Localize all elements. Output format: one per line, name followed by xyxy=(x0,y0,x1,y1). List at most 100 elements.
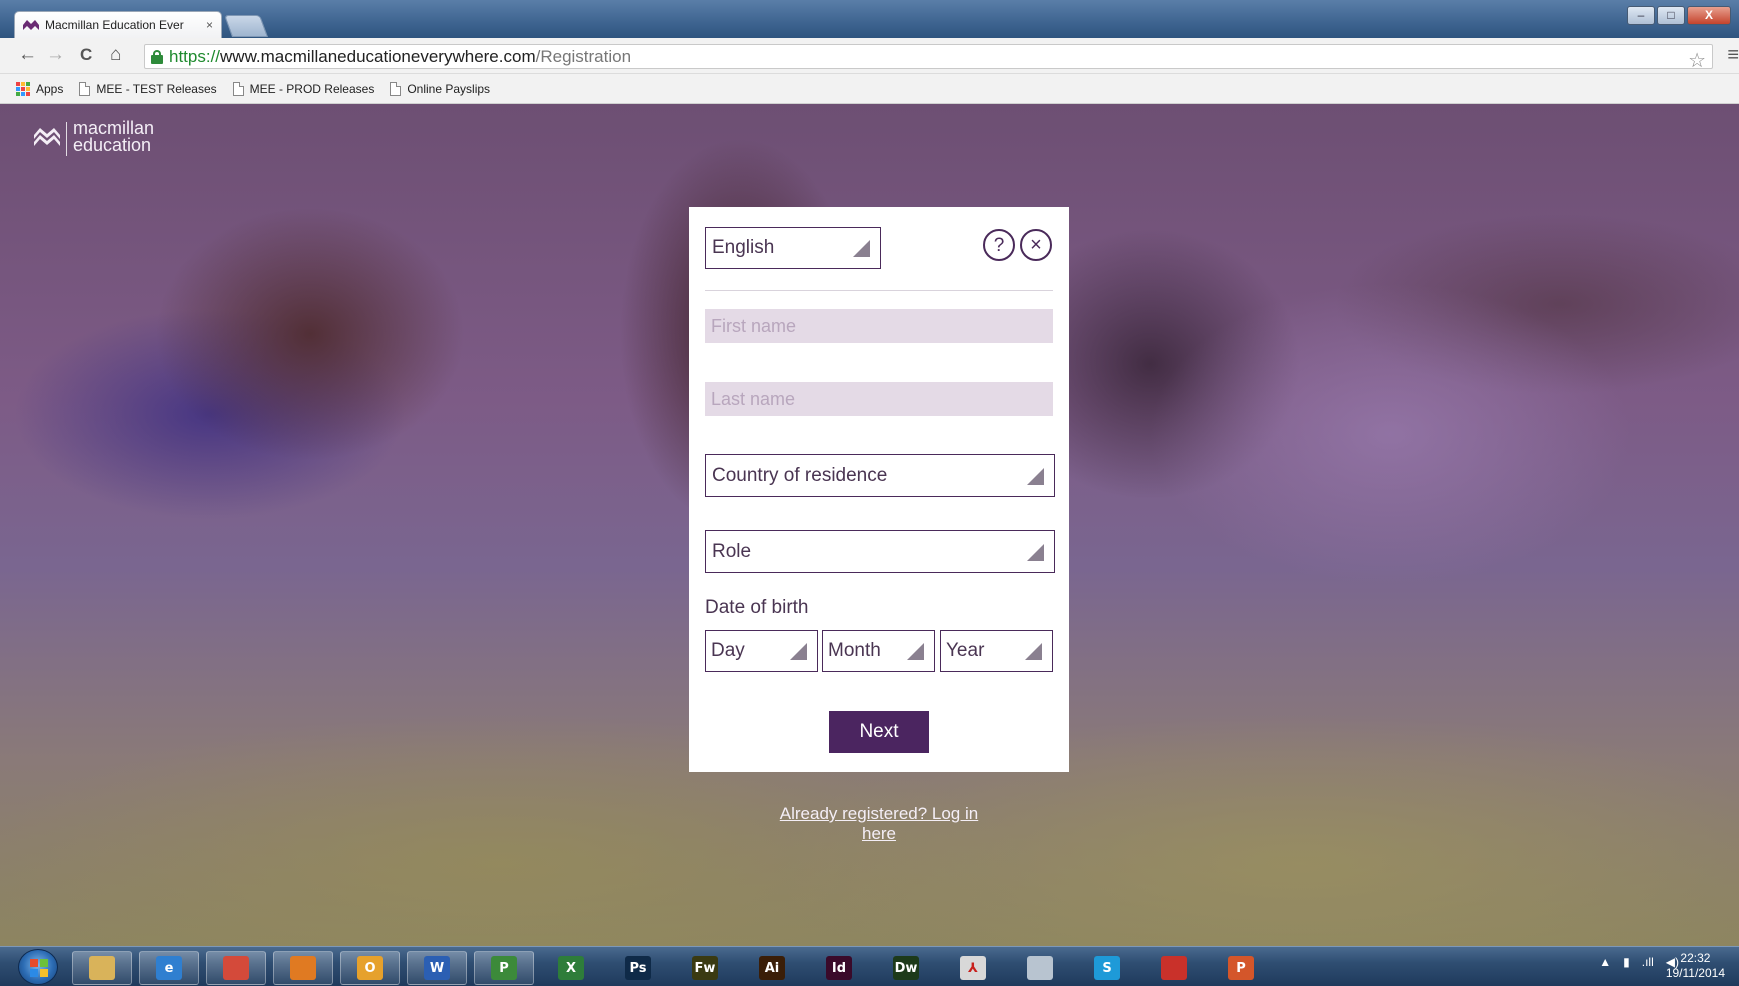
lock-icon xyxy=(151,49,163,64)
header-divider xyxy=(705,290,1053,291)
firefox-icon xyxy=(290,956,316,980)
fireworks-icon: Fw xyxy=(692,956,718,980)
macmillan-favicon-icon xyxy=(23,20,39,30)
maximize-button[interactable]: □ xyxy=(1657,6,1685,25)
taskbar-fireworks-button[interactable]: Fw xyxy=(675,951,735,985)
month-placeholder: Month xyxy=(828,640,881,661)
month-select[interactable]: Month xyxy=(822,630,935,672)
logo-line-2: education xyxy=(73,135,152,155)
close-button[interactable]: × xyxy=(1020,229,1052,261)
taskbar-explorer-button[interactable] xyxy=(72,951,132,985)
window-controls: – □ X xyxy=(1627,6,1731,25)
home-icon[interactable]: ⌂ xyxy=(110,45,121,65)
creative-cloud-icon xyxy=(1161,956,1187,980)
dropdown-arrow-icon xyxy=(1027,468,1044,485)
taskbar-chrome-button[interactable] xyxy=(206,951,266,985)
bookmark-label: Online Payslips xyxy=(407,81,491,96)
taskbar-outlook-button[interactable]: O xyxy=(340,951,400,985)
role-placeholder: Role xyxy=(712,540,752,562)
next-button[interactable]: Next xyxy=(829,711,929,753)
first-name-input[interactable]: First name xyxy=(705,309,1053,343)
page-icon xyxy=(390,81,402,96)
back-icon[interactable]: ← xyxy=(18,45,37,65)
taskbar-powerpoint-button[interactable]: P xyxy=(1211,951,1271,985)
taskbar-internet-explorer-button[interactable]: e xyxy=(139,951,199,985)
dropdown-arrow-icon xyxy=(790,643,807,660)
outlook-icon: O xyxy=(357,956,383,980)
address-bar[interactable]: https://www.macmillaneducationeverywhere… xyxy=(144,44,1713,72)
start-button[interactable] xyxy=(18,949,58,985)
dreamweaver-icon: Dw xyxy=(893,956,919,980)
taskbar-excel-button[interactable]: X xyxy=(541,951,601,985)
last-name-placeholder: Last name xyxy=(711,388,796,409)
taskbar-dreamweaver-button[interactable]: Dw xyxy=(876,951,936,985)
bookmark-apps[interactable]: Apps xyxy=(16,81,64,96)
day-select[interactable]: Day xyxy=(705,630,818,672)
role-select[interactable]: Role xyxy=(705,530,1055,573)
bookmark-label: MEE - PROD Releases xyxy=(249,81,375,96)
login-link[interactable]: Already registered? Log in here xyxy=(761,804,997,844)
signal-icon[interactable]: .ıll xyxy=(1642,955,1654,969)
url-path: /Registration xyxy=(535,46,632,66)
illustrator-icon: Ai xyxy=(759,956,785,980)
macmillan-logo-icon xyxy=(34,128,60,146)
registration-card: English ? × First name Last name Country… xyxy=(689,207,1069,772)
calculator-icon xyxy=(1027,956,1053,980)
window-close-button[interactable]: X xyxy=(1687,6,1731,25)
forward-icon[interactable]: → xyxy=(46,45,65,65)
taskbar-firefox-button[interactable] xyxy=(273,951,333,985)
minimize-button[interactable]: – xyxy=(1627,6,1655,25)
powerpoint-icon: P xyxy=(1228,956,1254,980)
taskbar-creative-cloud-button[interactable] xyxy=(1144,951,1204,985)
taskbar-calculator-button[interactable] xyxy=(1010,951,1070,985)
acrobat-icon: ⅄ xyxy=(960,956,986,980)
taskbar-photoshop-button[interactable]: Ps xyxy=(608,951,668,985)
page-icon xyxy=(79,81,91,96)
bookmarks-bar: Apps MEE - TEST Releases MEE - PROD Rele… xyxy=(0,74,1739,104)
logo-text: macmillan education xyxy=(73,119,154,155)
excel-icon: X xyxy=(558,956,584,980)
battery-icon[interactable]: ▮ xyxy=(1623,955,1630,969)
clock-date: 19/11/2014 xyxy=(1665,966,1725,980)
bookmark-star-icon[interactable]: ☆ xyxy=(1688,48,1706,73)
internet-explorer-icon: e xyxy=(156,956,182,980)
taskbar-word-button[interactable]: W xyxy=(407,951,467,985)
reload-icon[interactable]: C xyxy=(80,45,92,65)
skype-icon: S xyxy=(1094,956,1120,980)
taskbar-indesign-button[interactable]: Id xyxy=(809,951,869,985)
last-name-input[interactable]: Last name xyxy=(705,382,1053,416)
first-name-placeholder: First name xyxy=(711,315,797,336)
year-placeholder: Year xyxy=(946,640,985,661)
chrome-icon xyxy=(223,956,249,980)
taskbar-project-button[interactable]: P xyxy=(474,951,534,985)
taskbar-skype-button[interactable]: S xyxy=(1077,951,1137,985)
taskbar-illustrator-button[interactable]: Ai xyxy=(742,951,802,985)
year-select[interactable]: Year xyxy=(940,630,1053,672)
url-scheme: https:// xyxy=(169,46,221,66)
bookmark-mee-test[interactable]: MEE - TEST Releases xyxy=(79,81,217,96)
browser-titlebar: Macmillan Education Ever × – □ X xyxy=(0,0,1739,38)
new-tab-button[interactable] xyxy=(223,15,269,37)
dropdown-arrow-icon xyxy=(853,240,870,257)
country-select[interactable]: Country of residence xyxy=(705,454,1055,497)
registration-page: macmillan education English ? × First na… xyxy=(0,104,1739,946)
photoshop-icon: Ps xyxy=(625,956,651,980)
chrome-menu-icon[interactable]: ≡ xyxy=(1727,44,1739,67)
browser-tab[interactable]: Macmillan Education Ever × xyxy=(14,11,222,38)
day-placeholder: Day xyxy=(711,640,745,661)
word-icon: W xyxy=(424,956,450,980)
country-placeholder: Country of residence xyxy=(712,464,888,486)
bookmark-mee-prod[interactable]: MEE - PROD Releases xyxy=(232,81,375,96)
tab-close-icon[interactable]: × xyxy=(206,18,213,32)
dropdown-arrow-icon xyxy=(1027,544,1044,561)
taskbar-clock[interactable]: 22:32 19/11/2014 xyxy=(1666,951,1725,981)
project-icon: P xyxy=(491,956,517,980)
tray-expand-icon[interactable]: ▲ xyxy=(1599,955,1611,969)
page-icon xyxy=(232,81,244,96)
language-select[interactable]: English xyxy=(705,227,881,269)
bookmark-online-payslips[interactable]: Online Payslips xyxy=(390,81,491,96)
bookmark-label: Apps xyxy=(36,81,64,96)
macmillan-logo[interactable]: macmillan education xyxy=(34,119,154,156)
taskbar-acrobat-button[interactable]: ⅄ xyxy=(943,951,1003,985)
help-button[interactable]: ? xyxy=(983,229,1015,261)
